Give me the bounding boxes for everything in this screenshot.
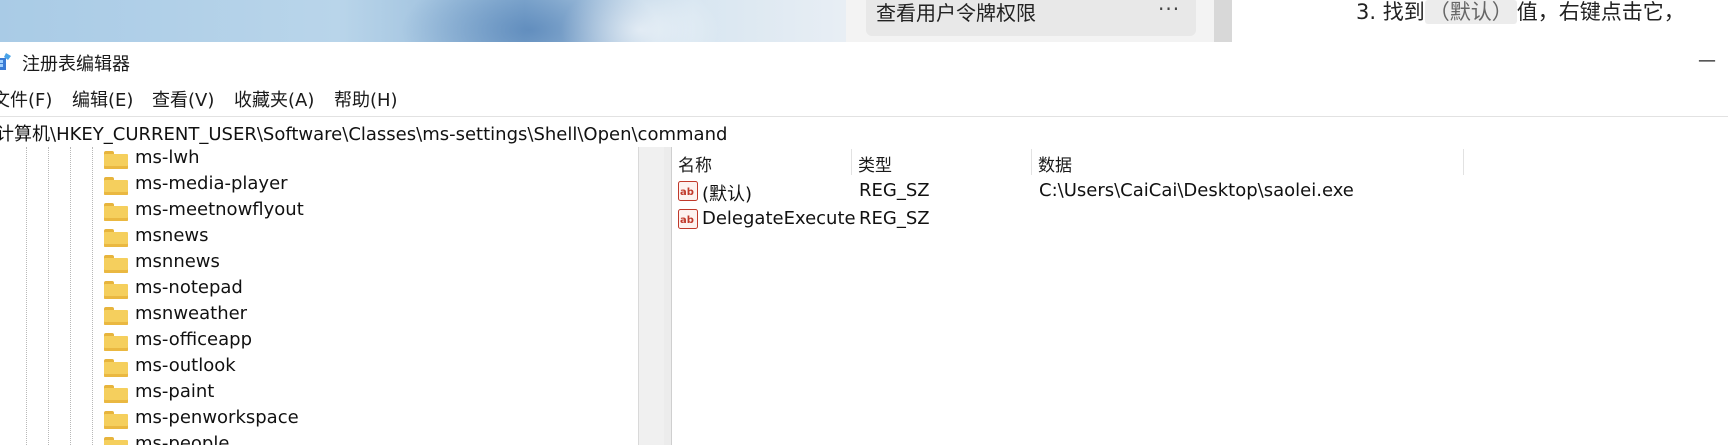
inline-code: （默认） [1424,0,1517,24]
title-bar[interactable]: 注册表编辑器 — [0,42,1728,82]
tree-item-label: ms-officeapp [135,329,253,350]
folder-icon [104,437,128,445]
article-step-text: 3. 找到 （默认） 值，右键点击它， [1356,0,1685,26]
menu-help[interactable]: 帮助(H) [334,86,398,112]
string-value-icon: ab [678,181,698,201]
address-bar[interactable]: 计算机\HKEY_CURRENT_USER\Software\Classes\m… [0,116,1728,148]
menu-favorites[interactable]: 收藏夹(A) [234,86,314,112]
folder-icon [104,411,128,429]
step-number: 3. [1356,0,1377,24]
value-name: DelegateExecute [702,208,856,229]
menu-bar: 文件(F) 编辑(E) 查看(V) 收藏夹(A) 帮助(H) [0,82,1728,116]
registry-editor-icon [0,53,11,70]
tree-item-label: ms-people [135,433,230,445]
string-value-icon: ab [678,209,698,229]
value-type: REG_SZ [859,180,930,201]
pane-splitter[interactable] [664,147,672,445]
folder-icon [104,177,128,195]
window-title: 注册表编辑器 [22,54,130,75]
registry-editor-window: 注册表编辑器 — 文件(F) 编辑(E) 查看(V) 收藏夹(A) 帮助(H) … [0,42,1728,445]
menu-file[interactable]: 文件(F) [0,86,52,112]
svg-text:ab: ab [680,215,694,226]
step-rest: 值，右键点击它， [1516,0,1685,24]
tree-item-label: msnews [135,225,209,246]
value-row[interactable]: ab (默认) REG_SZ C:\Users\CaiCai\Desktop\s… [672,177,1728,205]
tree-guide-line [26,147,27,445]
tree-item-label: ms-paint [135,381,215,402]
column-header-data[interactable]: 数据 [1032,147,1464,177]
column-header-name[interactable]: 名称 [672,147,852,177]
tree-guide-line [48,147,49,445]
more-options-icon[interactable]: ··· [1158,0,1180,21]
menu-view[interactable]: 查看(V) [152,86,214,112]
tree-item-label: ms-notepad [135,277,243,298]
value-data: C:\Users\CaiCai\Desktop\saolei.exe [1039,180,1354,201]
menu-edit[interactable]: 编辑(E) [72,86,133,112]
value-type: REG_SZ [859,208,930,229]
folder-icon [104,307,128,325]
step-find: 找到 [1382,0,1425,24]
tree-guide-line [70,147,71,445]
column-header-type[interactable]: 类型 [852,147,1032,177]
address-path: 计算机\HKEY_CURRENT_USER\Software\Classes\m… [0,124,728,145]
folder-icon [104,255,128,273]
folder-icon [104,281,128,299]
tree-item-label: ms-lwh [135,147,200,168]
panel-divider [1214,0,1232,42]
background-windows: 查看用户令牌权限 ··· 3. 找到 （默认） 值，右键点击它， [0,0,1728,42]
folder-icon [104,333,128,351]
tree-item-label: ms-media-player [135,173,288,194]
folder-icon [104,151,128,169]
folder-icon [104,229,128,247]
token-permission-card-label: 查看用户令牌权限 [876,1,1036,25]
tree-item-label: msnnews [135,251,220,272]
tree-item-label: msnweather [135,303,248,324]
scrollbar-thumb[interactable] [646,147,656,445]
svg-text:ab: ab [680,187,694,198]
column-type-label: 类型 [858,156,892,176]
folder-icon [104,385,128,403]
folder-icon [104,203,128,221]
minimize-button[interactable]: — [1692,50,1722,74]
key-tree[interactable]: ms-lwh ms-media-player ms-meetnowflyout … [0,147,638,445]
tree-scrollbar[interactable] [638,147,666,445]
folder-icon [104,359,128,377]
value-name: (默认) [702,184,753,205]
tree-guide-line [92,147,93,445]
desktop-wallpaper [0,0,846,42]
tree-item-label: ms-penworkspace [135,407,299,428]
value-row[interactable]: ab DelegateExecute REG_SZ [672,205,1728,233]
column-data-label: 数据 [1038,156,1072,176]
tree-item-label: ms-outlook [135,355,236,376]
tree-item-label: ms-meetnowflyout [135,199,304,220]
value-list[interactable]: 名称 类型 数据 ab (默认) REG_SZ C:\Users\CaiCai\… [672,147,1728,445]
column-name-label: 名称 [678,156,712,176]
